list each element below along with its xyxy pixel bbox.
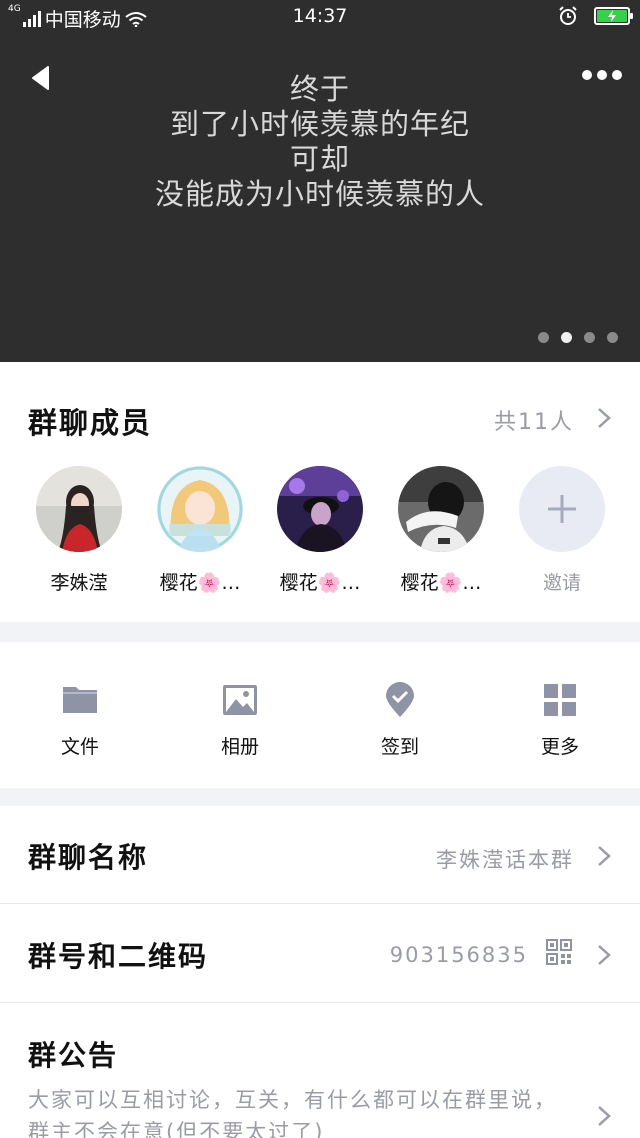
page-dot [584,332,595,343]
image-icon [223,685,257,715]
invite-label: 邀请 [542,572,581,594]
member-item[interactable]: 李姝滢 [36,466,122,595]
member-name: 樱花🌸… [159,572,241,594]
group-tools: 文件 相册 签到 更多 [0,642,640,788]
page-dot [538,332,549,343]
avatar[interactable] [277,466,363,552]
avatar[interactable] [398,466,484,552]
tool-files[interactable]: 文件 [30,682,130,759]
group-name-value: 李姝滢话本群 [436,848,574,872]
avatar[interactable] [157,466,243,552]
group-banner[interactable]: 终于 到了小时候羡慕的年纪 可却 没能成为小时候羡慕的人 [0,34,640,362]
member-name: 李姝滢 [50,572,108,594]
member-name: 樱花🌸… [400,572,482,594]
members-count[interactable]: 共11人 [494,404,574,436]
tool-album[interactable]: 相册 [190,682,290,759]
banner-text: 终于 到了小时候羡慕的年纪 可却 没能成为小时候羡慕的人 [0,72,640,212]
tool-label: 更多 [540,736,579,758]
avatar[interactable] [36,466,122,552]
tool-label: 文件 [60,736,99,758]
banner-line: 到了小时候羡慕的年纪 [169,107,470,141]
chevron-right-icon[interactable] [596,406,612,430]
row-title: 群号和二维码 [28,940,209,973]
page-dot-active [561,332,572,343]
checkin-icon [386,682,414,717]
tool-label: 相册 [220,736,259,758]
members-title: 群聊成员 [28,406,153,440]
member-item[interactable]: 樱花🌸… [157,466,243,595]
page-dot [607,332,618,343]
group-info: 群聊名称 李姝滢话本群 群号和二维码 903156835 群公告 大家可以互相讨… [0,806,640,1138]
group-name-row[interactable]: 群聊名称 李姝滢话本群 [0,806,640,904]
banner-line: 没能成为小时候羡慕的人 [154,177,485,211]
battery-icon [594,7,633,25]
qrcode-icon [546,939,572,965]
banner-line: 可却 [289,142,350,176]
member-item[interactable]: 樱花🌸… [398,466,484,595]
tool-more[interactable]: 更多 [510,682,610,759]
tool-label: 签到 [380,736,419,758]
folder-icon [63,687,97,713]
group-id-value: 903156835 [389,943,528,967]
chevron-right-icon [598,1106,611,1126]
status-bar: 4G 中国移动 14:37 [0,0,640,34]
page-indicator [538,332,618,343]
alarm-icon [559,6,577,25]
chevron-right-icon [598,846,611,866]
add-icon[interactable] [519,466,605,552]
chevron-right-icon [598,945,611,965]
banner-line: 终于 [289,72,350,106]
grid-icon [544,684,576,716]
tool-checkin[interactable]: 签到 [350,682,450,759]
invite-member-button[interactable]: 邀请 [519,466,605,595]
member-item[interactable]: 樱花🌸… [277,466,363,595]
group-id-row[interactable]: 群号和二维码 903156835 [0,905,640,1003]
clock: 14:37 [292,5,348,27]
group-notice-row[interactable]: 群公告 大家可以互相讨论，互关，有什么都可以在群里说，群主不会在意(但不要太过了… [0,1004,640,1138]
row-title: 群公告 [28,1039,119,1072]
row-title: 群聊名称 [28,841,149,874]
notice-text: 大家可以互相讨论，互关，有什么都可以在群里说，群主不会在意(但不要太过了) [28,1088,557,1138]
member-name: 樱花🌸… [279,572,361,594]
members-section: 群聊成员 共11人 李姝滢 樱花🌸… 樱花🌸… 樱花🌸… 邀请 [0,362,640,622]
